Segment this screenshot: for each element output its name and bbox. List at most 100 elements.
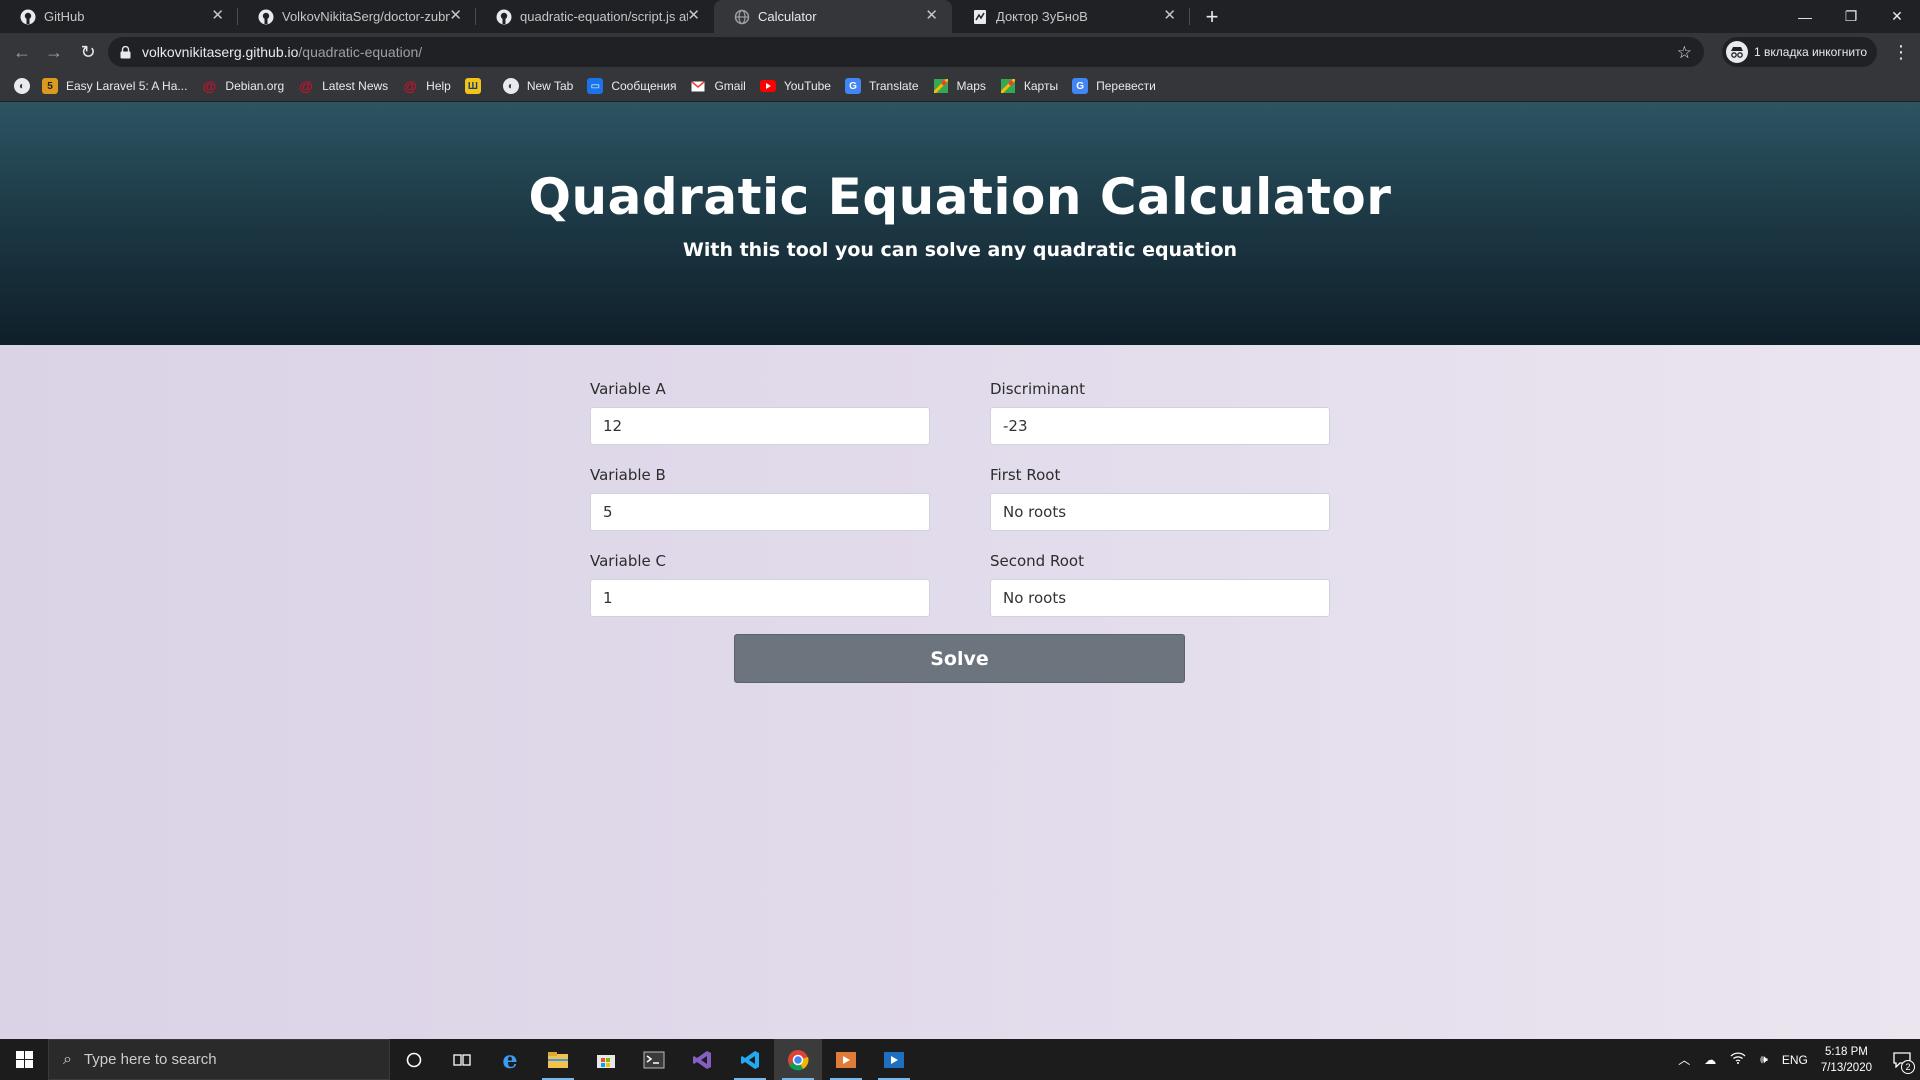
tab-title: Доктор ЗуБноВ bbox=[996, 9, 1088, 24]
bookmark-perevesti[interactable]: G Перевести bbox=[1072, 78, 1156, 94]
movies-tv-icon[interactable] bbox=[870, 1039, 918, 1080]
bookmarks-bar: ◐ 5 Easy Laravel 5: A Ha... @ Debian.org… bbox=[0, 71, 1920, 102]
close-tab-icon[interactable]: ✕ bbox=[449, 8, 462, 24]
page-title: Quadratic Equation Calculator bbox=[528, 168, 1392, 226]
bookmark-latest-news[interactable]: @ Latest News bbox=[298, 78, 388, 94]
close-tab-icon[interactable]: ✕ bbox=[1163, 8, 1176, 24]
clock-date: 7/13/2020 bbox=[1820, 1061, 1872, 1074]
incognito-indicator[interactable]: 1 вкладка инкогнито bbox=[1722, 37, 1877, 67]
wifi-icon[interactable] bbox=[1730, 1052, 1746, 1067]
chrome-apps-icon: ◐ bbox=[14, 78, 30, 94]
bookmark-unnamed[interactable]: Ш bbox=[464, 78, 489, 94]
incognito-label: 1 вкладка инкогнито bbox=[1754, 45, 1868, 59]
variable-b-group: Variable B bbox=[590, 466, 930, 531]
edge-browser-icon[interactable]: e bbox=[486, 1039, 534, 1080]
forward-arrow-icon[interactable]: → bbox=[40, 38, 68, 66]
close-window-icon[interactable]: ✕ bbox=[1874, 0, 1920, 33]
bookmark-star-icon[interactable]: ☆ bbox=[1677, 43, 1692, 63]
page-header: Quadratic Equation Calculator With this … bbox=[0, 102, 1920, 345]
bookmark-maps[interactable]: Maps bbox=[933, 78, 986, 94]
address-bar[interactable]: volkovnikitaserg.github.io/quadratic-equ… bbox=[108, 37, 1704, 67]
restore-icon[interactable]: ❐ bbox=[1828, 0, 1874, 33]
browser-menu-icon[interactable]: ⋮ bbox=[1892, 42, 1910, 63]
youtube-icon bbox=[759, 78, 776, 94]
minimize-icon[interactable]: — bbox=[1782, 0, 1828, 33]
bookmark-apps[interactable]: ◐ bbox=[14, 78, 38, 94]
bookmark-label: YouTube bbox=[783, 79, 831, 93]
calculator-section: Variable A Variable B Variable C Discrim… bbox=[0, 345, 1920, 1039]
variable-a-input[interactable] bbox=[590, 407, 930, 445]
bookmark-debian[interactable]: @ Debian.org bbox=[201, 78, 285, 94]
variable-b-input[interactable] bbox=[590, 493, 930, 531]
solve-button[interactable]: Solve bbox=[734, 634, 1185, 683]
tab-script-js[interactable]: quadratic-equation/script.js at m ✕ bbox=[476, 0, 714, 33]
bookmark-label: Easy Laravel 5: A Ha... bbox=[66, 79, 188, 93]
action-center-icon[interactable]: 2 bbox=[1884, 1039, 1920, 1080]
bookmark-label: Сообщения bbox=[611, 79, 677, 93]
volume-icon[interactable]: 🕪 bbox=[1760, 1052, 1768, 1067]
tab-title: quadratic-equation/script.js at m bbox=[520, 9, 688, 24]
bookmark-help[interactable]: @ Help bbox=[402, 78, 451, 94]
bookmark-easy-laravel[interactable]: 5 Easy Laravel 5: A Ha... bbox=[42, 78, 187, 94]
search-icon: ⌕ bbox=[63, 1050, 72, 1068]
file-explorer-icon[interactable] bbox=[534, 1039, 582, 1080]
vscode-icon[interactable] bbox=[726, 1039, 774, 1080]
bookmark-translate[interactable]: G Translate bbox=[844, 78, 919, 94]
tab-strip: GitHub ✕ VolkovNikitaSerg/doctor-zubnov … bbox=[0, 0, 1920, 33]
clock[interactable]: 5:18 PM 7/13/2020 bbox=[1821, 1044, 1872, 1076]
language-indicator[interactable]: ENG bbox=[1782, 1053, 1808, 1067]
terminal-icon[interactable] bbox=[630, 1039, 678, 1080]
variable-c-label: Variable C bbox=[590, 552, 666, 570]
bookmark-label: Карты bbox=[1023, 79, 1059, 93]
onedrive-cloud-icon[interactable]: ☁ bbox=[1704, 1053, 1716, 1067]
debian-swirl-icon: @ bbox=[202, 78, 217, 94]
github-icon bbox=[258, 9, 274, 25]
first-root-output[interactable] bbox=[990, 493, 1330, 531]
bookmark-youtube[interactable]: YouTube bbox=[759, 78, 831, 94]
close-tab-icon[interactable]: ✕ bbox=[687, 8, 700, 24]
tab-doctor-zubnov-repo[interactable]: VolkovNikitaSerg/doctor-zubnov ✕ bbox=[238, 0, 476, 33]
tab-calculator[interactable]: Calculator ✕ bbox=[714, 0, 952, 33]
microsoft-store-icon[interactable] bbox=[582, 1039, 630, 1080]
second-root-group: Second Root bbox=[990, 552, 1330, 617]
second-root-output[interactable] bbox=[990, 579, 1330, 617]
bookmark-label: Перевести bbox=[1096, 79, 1156, 93]
visual-studio-icon[interactable] bbox=[678, 1039, 726, 1080]
bookmark-karty[interactable]: Карты bbox=[1000, 78, 1058, 94]
google-maps-icon bbox=[1000, 78, 1016, 94]
incognito-icon bbox=[1726, 41, 1748, 63]
bookmark-new-tab[interactable]: ◐ New Tab bbox=[502, 78, 574, 94]
github-icon bbox=[496, 9, 512, 25]
bookmark-label: New Tab bbox=[526, 79, 574, 93]
tab-github[interactable]: GitHub ✕ bbox=[0, 0, 238, 33]
close-tab-icon[interactable]: ✕ bbox=[211, 8, 224, 24]
debian-swirl-icon: @ bbox=[299, 78, 313, 94]
back-arrow-icon[interactable]: ← bbox=[8, 38, 36, 66]
variable-c-input[interactable] bbox=[590, 579, 930, 617]
task-view-icon[interactable] bbox=[438, 1039, 486, 1080]
close-tab-icon[interactable]: ✕ bbox=[925, 8, 938, 24]
reload-icon[interactable]: ↻ bbox=[74, 38, 102, 66]
bookmark-messages[interactable]: ▭ Сообщения bbox=[587, 78, 676, 94]
media-player-icon[interactable] bbox=[822, 1039, 870, 1080]
tab-title: Calculator bbox=[758, 9, 817, 24]
bookmark-label: Help bbox=[426, 79, 451, 93]
cortana-icon[interactable] bbox=[390, 1039, 438, 1080]
variable-a-label: Variable A bbox=[590, 380, 666, 398]
lock-icon[interactable] bbox=[120, 45, 134, 59]
chrome-apps-icon: ◐ bbox=[502, 78, 519, 94]
windows-start-icon[interactable] bbox=[0, 1039, 48, 1080]
bookmark-gmail[interactable]: Gmail bbox=[690, 78, 746, 94]
bookmark-label: Translate bbox=[868, 79, 919, 93]
discriminant-output[interactable] bbox=[990, 407, 1330, 445]
page-subtitle: With this tool you can solve any quadrat… bbox=[682, 239, 1238, 261]
discriminant-group: Discriminant bbox=[990, 380, 1330, 445]
chevron-up-icon[interactable]: ︿ bbox=[1678, 1051, 1690, 1068]
taskbar-search-box[interactable]: ⌕ Type here to search bbox=[48, 1039, 390, 1080]
tab-title: VolkovNikitaSerg/doctor-zubnov bbox=[282, 9, 450, 24]
new-tab-button[interactable]: + bbox=[1196, 0, 1228, 33]
globe-icon bbox=[734, 9, 750, 25]
tab-doctor-zubnov[interactable]: Доктор ЗуБноВ ✕ bbox=[952, 0, 1190, 33]
chrome-icon[interactable] bbox=[774, 1039, 822, 1080]
clock-time: 5:18 PM bbox=[1825, 1045, 1868, 1058]
